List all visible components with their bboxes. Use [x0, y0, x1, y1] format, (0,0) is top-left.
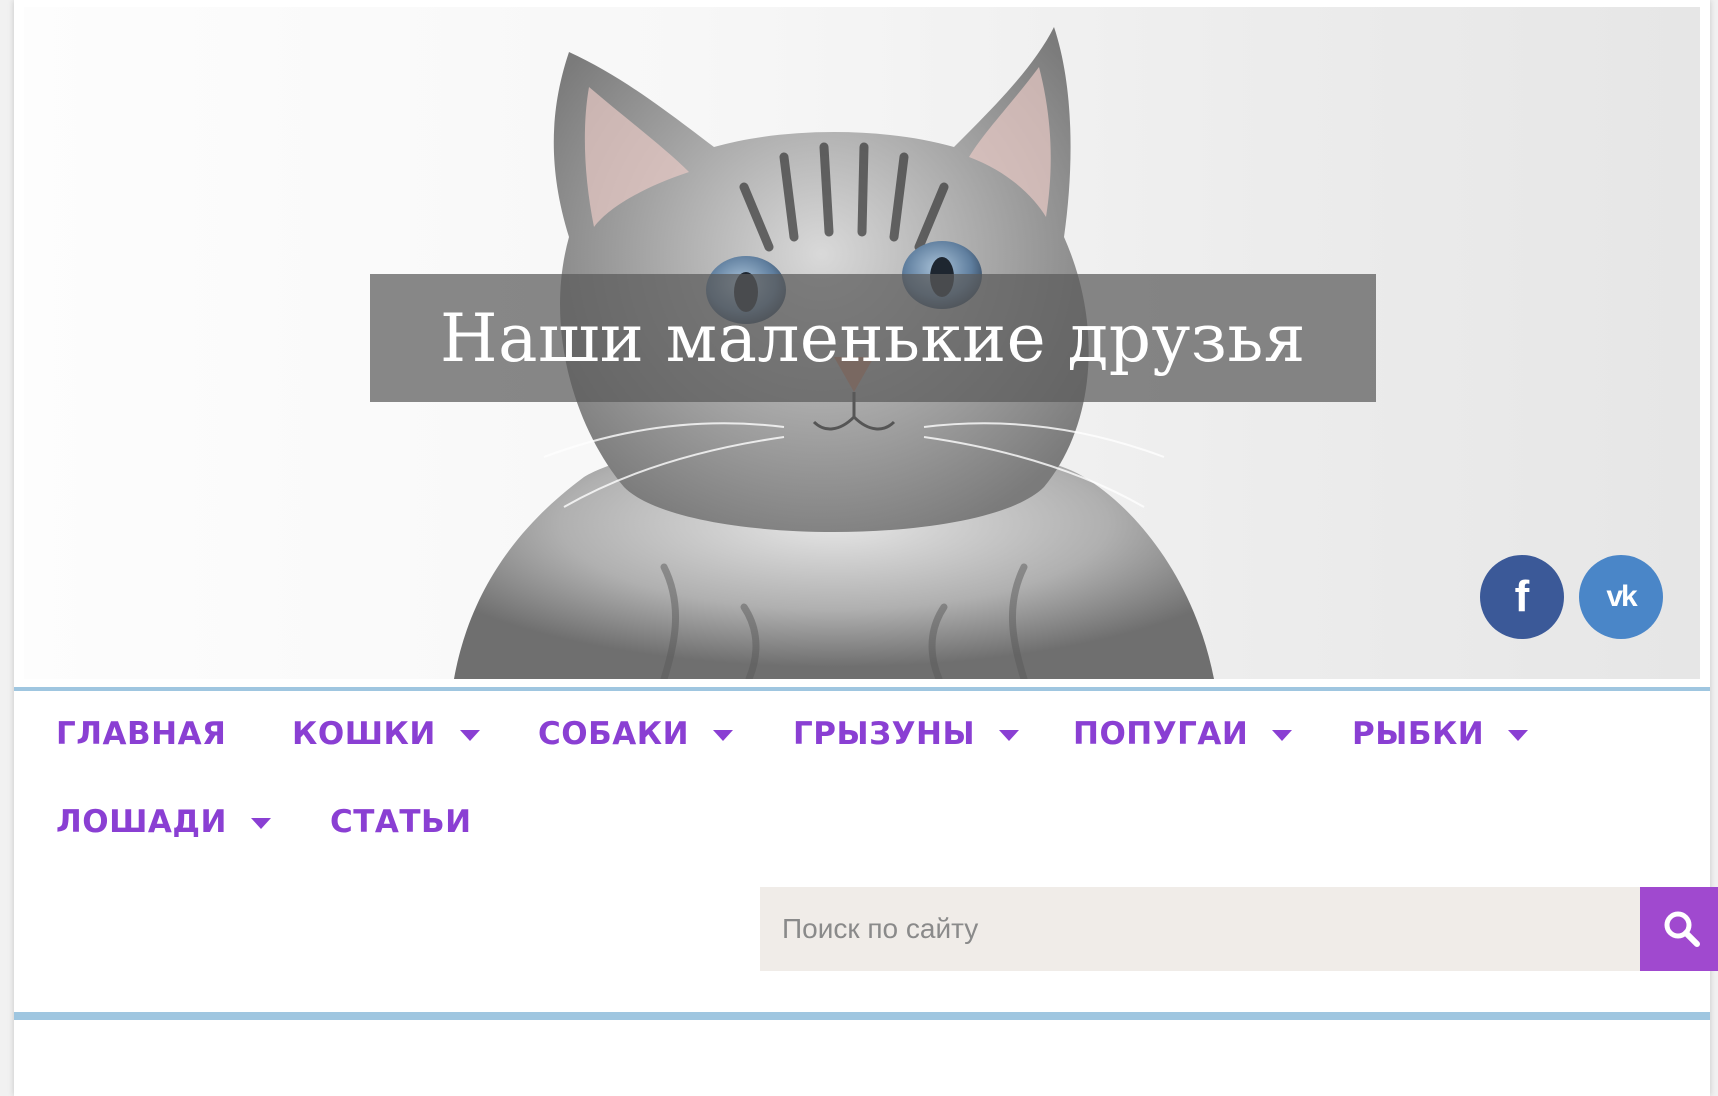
chevron-down-icon: [1272, 729, 1293, 741]
nav-top-divider: [14, 687, 1710, 691]
page: Наши маленькие друзья f vk ГЛАВНАЯ КОШКИ…: [14, 0, 1718, 1096]
nav-item-home[interactable]: ГЛАВНАЯ: [56, 716, 226, 752]
search-input[interactable]: [760, 887, 1640, 971]
nav-item-dogs[interactable]: СОБАКИ: [538, 716, 734, 752]
facebook-button[interactable]: f: [1480, 555, 1564, 639]
nav-item-parrots[interactable]: ПОПУГАИ: [1073, 716, 1293, 752]
vk-button[interactable]: vk: [1579, 555, 1663, 639]
nav-item-articles[interactable]: СТАТЬИ: [330, 804, 472, 840]
nav-item-label: ПОПУГАИ: [1073, 716, 1249, 752]
chevron-down-icon: [999, 729, 1020, 741]
nav-item-label: РЫБКИ: [1352, 716, 1485, 752]
nav-item-label: ГЛАВНАЯ: [56, 716, 227, 752]
nav-item-label: СТАТЬИ: [330, 804, 472, 840]
chevron-down-icon: [459, 729, 480, 741]
nav-item-label: ГРЫЗУНЫ: [793, 716, 976, 752]
facebook-icon: f: [1514, 572, 1530, 621]
chevron-down-icon: [250, 817, 271, 829]
nav-item-horses[interactable]: ЛОШАДИ: [56, 804, 271, 840]
chevron-down-icon: [713, 729, 734, 741]
nav-bottom-divider: [14, 1012, 1710, 1020]
site-title[interactable]: Наши маленькие друзья: [440, 300, 1306, 377]
header-cat-image: Наши маленькие друзья f vk: [24, 7, 1700, 679]
search-button[interactable]: [1640, 887, 1718, 971]
nav-item-label: КОШКИ: [292, 716, 436, 752]
nav-item-label: СОБАКИ: [538, 716, 690, 752]
nav-item-fish[interactable]: РЫБКИ: [1352, 716, 1529, 752]
site-title-box: Наши маленькие друзья: [370, 274, 1376, 402]
chevron-down-icon: [1508, 729, 1529, 741]
nav-item-cats[interactable]: КОШКИ: [292, 716, 480, 752]
vk-icon: vk: [1606, 580, 1637, 613]
nav-item-label: ЛОШАДИ: [56, 804, 227, 840]
search-icon: [1664, 911, 1700, 947]
nav-item-rodents[interactable]: ГРЫЗУНЫ: [793, 716, 1020, 752]
